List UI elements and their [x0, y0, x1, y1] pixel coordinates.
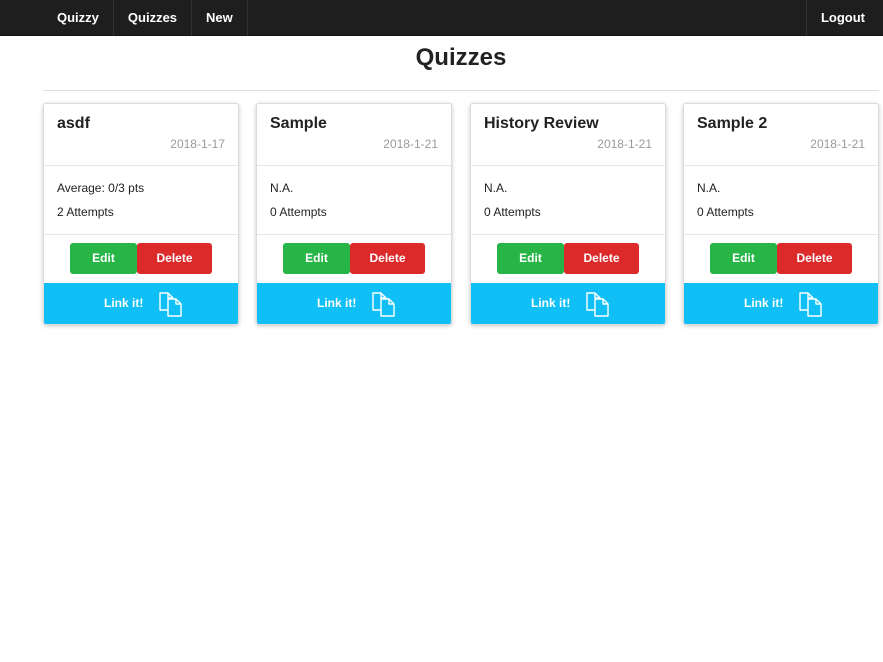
quiz-average: N.A.	[270, 181, 294, 195]
quiz-card-header: Sample 2018-1-21	[257, 104, 451, 166]
quiz-card-actions: Edit Delete	[44, 235, 238, 287]
quiz-title: History Review	[484, 115, 599, 132]
quiz-card-actions: Edit Delete	[257, 235, 451, 287]
link-it-button[interactable]: Link it!	[257, 283, 451, 324]
delete-button[interactable]: Delete	[777, 243, 852, 274]
quiz-title: Sample 2	[697, 115, 768, 132]
delete-button[interactable]: Delete	[350, 243, 425, 274]
copy-documents-icon	[159, 292, 182, 317]
edit-button[interactable]: Edit	[70, 243, 137, 274]
edit-button[interactable]: Edit	[283, 243, 350, 274]
link-it-label: Link it!	[531, 296, 571, 310]
logout-link[interactable]: Logout	[805, 0, 883, 36]
top-navbar: Quizzy Quizzes New Logout	[0, 0, 883, 36]
link-it-label: Link it!	[317, 296, 357, 310]
quiz-card-header: Sample 2 2018-1-21	[684, 104, 878, 166]
quiz-title: asdf	[57, 115, 90, 132]
quiz-card: asdf 2018-1-17 Average: 0/3 pts 2 Attemp…	[43, 103, 239, 325]
copy-documents-icon	[586, 292, 609, 317]
quiz-card-actions: Edit Delete	[684, 235, 878, 287]
quiz-date: 2018-1-17	[170, 137, 225, 151]
quiz-card-header: asdf 2018-1-17	[44, 104, 238, 166]
quiz-average: Average: 0/3 pts	[57, 181, 145, 195]
quiz-card-body: N.A. 0 Attempts	[471, 166, 665, 235]
edit-button[interactable]: Edit	[497, 243, 564, 274]
quiz-card: Sample 2 2018-1-21 N.A. 0 Attempts Edit …	[683, 103, 879, 325]
nav-link-quizzes[interactable]: Quizzes	[114, 0, 193, 36]
quiz-date: 2018-1-21	[810, 137, 865, 151]
quiz-card-body: N.A. 0 Attempts	[684, 166, 878, 235]
link-it-button[interactable]: Link it!	[44, 283, 238, 324]
quiz-date: 2018-1-21	[383, 137, 438, 151]
quiz-card-header: History Review 2018-1-21	[471, 104, 665, 166]
quiz-attempts: 0 Attempts	[270, 205, 327, 219]
quiz-card-body: N.A. 0 Attempts	[257, 166, 451, 235]
title-divider	[43, 90, 879, 91]
quiz-average: N.A.	[697, 181, 721, 195]
quiz-card-actions: Edit Delete	[471, 235, 665, 287]
quiz-card: History Review 2018-1-21 N.A. 0 Attempts…	[470, 103, 666, 325]
copy-documents-icon	[372, 292, 395, 317]
link-it-label: Link it!	[744, 296, 784, 310]
link-it-button[interactable]: Link it!	[471, 283, 665, 324]
page-title: Quizzes	[415, 44, 507, 71]
quiz-card-body: Average: 0/3 pts 2 Attempts	[44, 166, 238, 235]
link-it-label: Link it!	[104, 296, 144, 310]
copy-documents-icon	[799, 292, 822, 317]
navbar-left: Quizzy Quizzes New	[43, 0, 248, 36]
nav-link-new[interactable]: New	[192, 0, 248, 36]
navbar-right: Logout	[805, 0, 883, 36]
quiz-title: Sample	[270, 115, 327, 132]
quiz-attempts: 2 Attempts	[57, 205, 114, 219]
quiz-date: 2018-1-21	[597, 137, 652, 151]
quiz-average: N.A.	[484, 181, 508, 195]
edit-button[interactable]: Edit	[710, 243, 777, 274]
delete-button[interactable]: Delete	[564, 243, 639, 274]
delete-button[interactable]: Delete	[137, 243, 212, 274]
quiz-attempts: 0 Attempts	[484, 205, 541, 219]
brand-link[interactable]: Quizzy	[43, 0, 114, 36]
quiz-attempts: 0 Attempts	[697, 205, 754, 219]
link-it-button[interactable]: Link it!	[684, 283, 878, 324]
quiz-card: Sample 2018-1-21 N.A. 0 Attempts Edit De…	[256, 103, 452, 325]
